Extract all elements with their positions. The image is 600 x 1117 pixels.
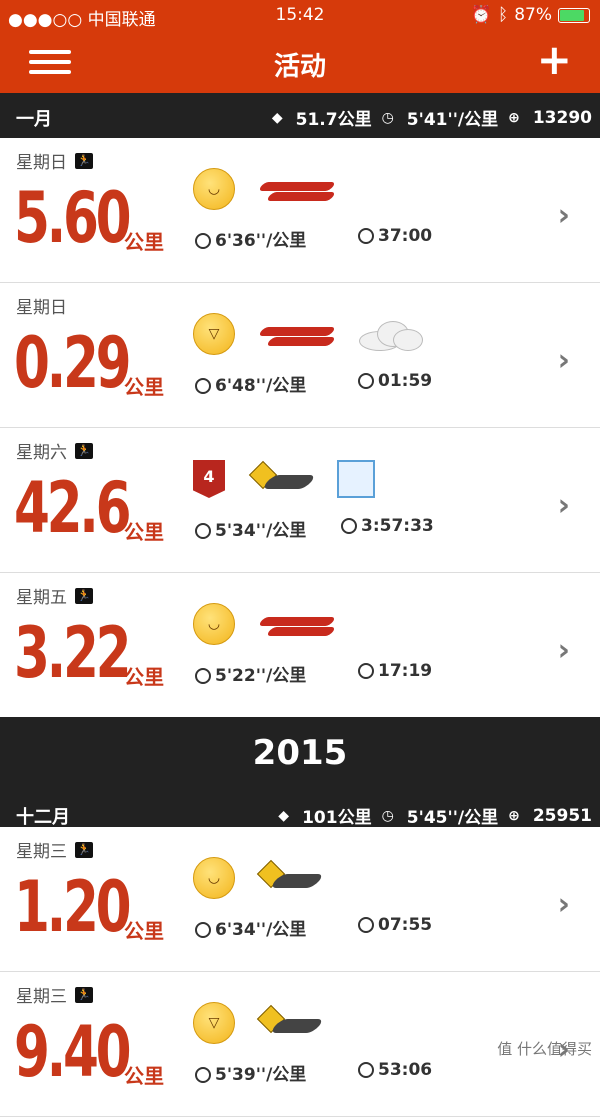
smile-emoji-icon: ◡: [193, 168, 235, 210]
stopwatch-icon: [358, 663, 374, 679]
month-summary: 十二月 ◆ 101公里 ◷ 5'45''/公里 ⊕ 25951: [0, 791, 600, 828]
activity-row[interactable]: 星期日 0.29 公里 ▽ 6'48''/公里 01:59 ›: [0, 283, 600, 428]
day-label: 星期日: [16, 153, 67, 173]
pace-value: 5'39''/公里: [215, 1065, 307, 1085]
activity-row[interactable]: 星期日 🏃 5.60 公里 ◡ 6'36''/公里 37:00 ›: [0, 138, 600, 283]
month-summary: 一月 ◆ 51.7公里 ◷ 5'41''/公里 ⊕ 13290: [0, 93, 600, 138]
day-label: 星期五: [16, 588, 67, 608]
alarm-icon: ⏰: [470, 5, 492, 25]
distance-icon: ◆: [278, 807, 290, 824]
distance-unit: 公里: [124, 1064, 164, 1088]
run-icon: 🏃: [75, 986, 93, 1003]
pace-value: 6'34''/公里: [215, 920, 307, 940]
trophy-badge-icon: 4: [193, 460, 225, 498]
pace-value: 6'36''/公里: [215, 231, 307, 251]
add-button[interactable]: +: [537, 38, 572, 82]
nav-bar: 活动 +: [0, 30, 600, 93]
road-route-icon: [256, 1004, 325, 1041]
chevron-right-icon: ›: [557, 198, 570, 233]
smile-emoji-icon: ◡: [193, 857, 235, 899]
distance-icon: ◆: [271, 109, 283, 126]
pace-icon: ◷: [381, 807, 394, 824]
month-name: 十二月: [16, 807, 70, 828]
track-icon: [257, 319, 337, 349]
day-label: 星期六: [16, 443, 67, 463]
road-route-icon: [248, 460, 317, 497]
chevron-right-icon: ›: [557, 887, 570, 922]
activity-row[interactable]: 星期五 🏃 3.22 公里 ◡ 5'22''/公里 17:19 ›: [0, 573, 600, 717]
duration-value: 37:00: [378, 226, 433, 246]
distance-unit: 公里: [124, 230, 164, 254]
day-label: 星期日: [16, 298, 67, 318]
month-distance: 101公里: [302, 808, 372, 828]
duration-value: 07:55: [378, 915, 433, 935]
road-route-icon: [256, 859, 325, 896]
month-pace: 5'41''/公里: [406, 110, 499, 130]
day-label: 星期三: [16, 987, 67, 1007]
smile-emoji-icon: ◡: [193, 603, 235, 645]
distance-value: 9.40: [14, 1011, 132, 1093]
cloudy-weather-icon: [359, 319, 423, 351]
chevron-right-icon: ›: [557, 633, 570, 668]
year-label: 2015: [252, 733, 348, 773]
distance-value: 0.29: [14, 322, 132, 404]
month-pace: 5'45''/公里: [406, 808, 499, 828]
duration-value: 3:57:33: [361, 516, 434, 536]
distance-value: 5.60: [14, 177, 132, 259]
photo-icon: [337, 460, 375, 498]
status-bar: ●●●○○ 中国联通 15:42 ⏰ ᛒ 87%: [0, 0, 600, 30]
month-distance: 51.7公里: [295, 110, 372, 130]
run-icon: 🏃: [75, 442, 93, 459]
track-icon: [257, 609, 337, 639]
chevron-right-icon: ›: [557, 488, 570, 523]
month-calories: 13290: [532, 107, 592, 128]
stopwatch-icon: [358, 917, 374, 933]
duration-value: 17:19: [378, 661, 433, 681]
activity-row[interactable]: 星期三 🏃 1.20 公里 ◡ 6'34''/公里 07:55 ›: [0, 827, 600, 972]
status-right: ⏰ ᛒ 87%: [471, 5, 590, 25]
distance-value: 42.6: [14, 467, 132, 549]
track-icon: [257, 174, 337, 204]
distance-value: 3.22: [14, 612, 132, 694]
duration-value: 01:59: [378, 371, 433, 391]
pace-clock-icon: [195, 523, 211, 539]
distance-unit: 公里: [124, 520, 164, 544]
chevron-right-icon: ›: [557, 343, 570, 378]
run-icon: 🏃: [75, 152, 93, 169]
pace-value: 5'22''/公里: [215, 666, 307, 686]
bluetooth-icon: ᛒ: [498, 5, 509, 25]
pace-clock-icon: [195, 233, 211, 249]
page-title: 活动: [273, 52, 326, 82]
activity-row[interactable]: 星期六 🏃 42.6 公里 4 5'34''/公里 3:57:33 ›: [0, 428, 600, 573]
run-icon: 🏃: [75, 841, 93, 858]
grin-emoji-icon: ▽: [193, 1002, 235, 1044]
duration-value: 53:06: [378, 1060, 433, 1080]
run-icon: 🏃: [75, 587, 93, 604]
stopwatch-icon: [341, 518, 357, 534]
stopwatch-icon: [358, 373, 374, 389]
month-name: 一月: [16, 109, 52, 130]
stopwatch-icon: [358, 1062, 374, 1078]
month-calories: 25951: [532, 805, 592, 826]
distance-unit: 公里: [124, 375, 164, 399]
stopwatch-icon: [358, 228, 374, 244]
grin-emoji-icon: ▽: [193, 313, 235, 355]
pace-clock-icon: [195, 378, 211, 394]
pace-icon: ◷: [381, 109, 394, 126]
distance-unit: 公里: [124, 665, 164, 689]
calories-icon: ⊕: [508, 109, 520, 126]
watermark: 值 什么值得买: [497, 1040, 592, 1058]
pace-clock-icon: [195, 922, 211, 938]
day-label: 星期三: [16, 842, 67, 862]
calories-icon: ⊕: [508, 807, 520, 824]
pace-clock-icon: [195, 1067, 211, 1083]
distance-value: 1.20: [14, 866, 132, 948]
year-header: 2015: [0, 717, 600, 791]
pace-clock-icon: [195, 668, 211, 684]
battery-percent: 87%: [514, 5, 552, 25]
distance-unit: 公里: [124, 919, 164, 943]
battery-icon: [558, 7, 590, 23]
pace-value: 5'34''/公里: [215, 521, 307, 541]
pace-value: 6'48''/公里: [215, 376, 307, 396]
